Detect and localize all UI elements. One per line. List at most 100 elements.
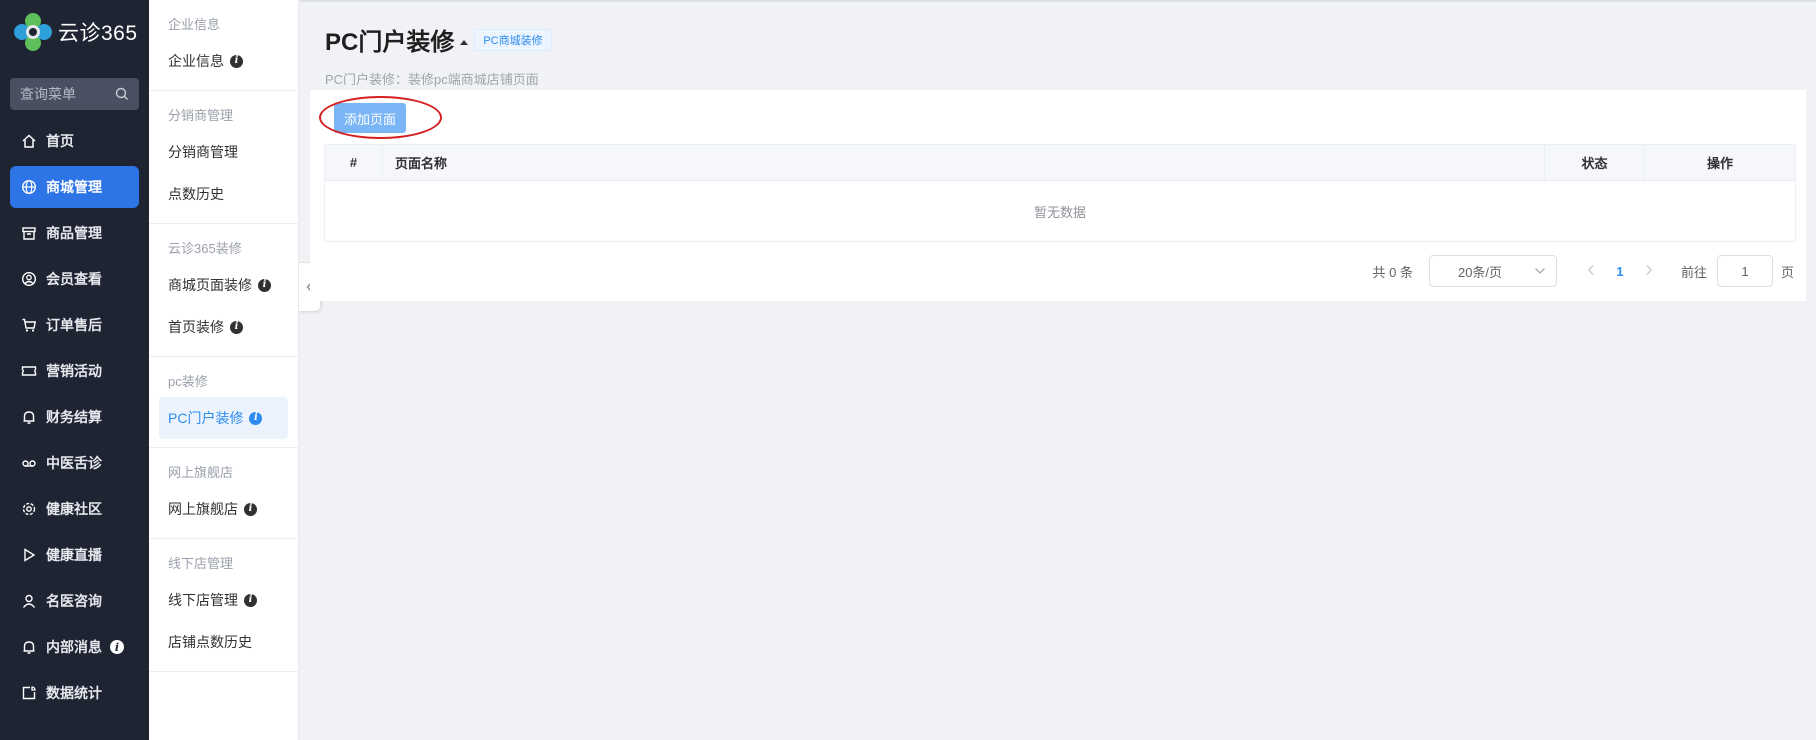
subnav-item-company-info[interactable]: 企业信息 i: [159, 40, 288, 82]
info-icon[interactable]: i: [258, 278, 271, 292]
page-title: PC门户装修: [325, 29, 455, 56]
nav-item-products[interactable]: 商品管理: [10, 212, 139, 254]
bell-icon: [20, 408, 38, 426]
page-size-value: 20条/页: [1457, 264, 1503, 280]
nav-item-doctor-consult[interactable]: 名医咨询: [10, 580, 139, 622]
nav-item-community[interactable]: 健康社区: [10, 488, 139, 530]
subnav-group-flagship: 网上旗舰店 网上旗舰店 i: [149, 448, 298, 539]
subnav-group-distributor: 分销商管理 分销商管理 点数历史: [149, 91, 298, 224]
nav-item-finance[interactable]: 财务结算: [10, 396, 139, 438]
logo-text: 云诊365: [58, 22, 138, 45]
bell-icon: [20, 638, 38, 656]
info-icon[interactable]: i: [230, 54, 243, 68]
column-header-actions: 操作: [1706, 156, 1733, 171]
subnav-item-label: 分销商管理: [168, 144, 238, 160]
nav-item-label: 名医咨询: [46, 593, 102, 609]
box-icon: [20, 224, 38, 242]
search-icon[interactable]: [115, 87, 129, 101]
column-header-page-name: 页面名称: [383, 145, 1545, 180]
subnav-item-offline-store[interactable]: 线下店管理 i: [159, 579, 288, 621]
subnav-item-points-history[interactable]: 点数历史: [159, 173, 288, 215]
main-sidebar: 云诊365 查询菜单 首页 商城管理 商品管理 会员查看 订单售后 营销活动 财…: [0, 0, 149, 740]
nav-item-label: 健康直播: [46, 547, 102, 563]
nav-item-label: 订单售后: [46, 317, 102, 333]
menu-search-input[interactable]: 查询菜单: [10, 78, 139, 110]
table-empty-text: 暂无数据: [1033, 204, 1086, 220]
column-header-index: #: [325, 145, 383, 180]
subnav-group-title: 云诊365装修: [168, 241, 242, 256]
nav-item-marketing[interactable]: 营销活动: [10, 350, 139, 392]
table-header: # 页面名称 状态 操作: [325, 145, 1795, 181]
nav-item-label: 财务结算: [46, 409, 102, 425]
subnav-item-label: 网上旗舰店: [168, 501, 238, 517]
subnav-item-home-decoration[interactable]: 首页装修 i: [159, 306, 288, 348]
top-divider: [300, 0, 1816, 2]
subnav-item-mall-page-decoration[interactable]: 商城页面装修 i: [159, 264, 288, 306]
subnav-item-distributor[interactable]: 分销商管理: [159, 131, 288, 173]
subnav-item-flagship-store[interactable]: 网上旗舰店 i: [159, 488, 288, 530]
menu-search-placeholder: 查询菜单: [20, 86, 76, 102]
nav-item-label: 商城管理: [46, 179, 102, 195]
info-icon[interactable]: i: [230, 320, 243, 334]
nav-item-label: 中医舌诊: [46, 455, 102, 471]
subnav-group-offline: 线下店管理 线下店管理 i 店铺点数历史: [149, 539, 298, 672]
nav-item-statistics[interactable]: 数据统计: [10, 672, 139, 714]
nav-item-tongue-diagnosis[interactable]: 中医舌诊: [10, 442, 139, 484]
annotation-ellipse: [319, 96, 442, 139]
user-icon: [20, 592, 38, 610]
subnav-item-label: 店铺点数历史: [168, 634, 252, 650]
nav-item-members[interactable]: 会员查看: [10, 258, 139, 300]
subnav-item-label: 首页装修: [168, 319, 224, 335]
subnav-item-store-points-history[interactable]: 店铺点数历史: [159, 621, 288, 663]
caret-up-icon[interactable]: [460, 40, 469, 45]
nav-item-messages[interactable]: 内部消息 i: [10, 626, 139, 668]
tape-icon: [20, 454, 38, 472]
nav-item-orders[interactable]: 订单售后: [10, 304, 139, 346]
chevron-right-icon: [1646, 264, 1652, 275]
page-tag: PC商城装修: [474, 28, 552, 51]
globe-icon: [20, 178, 38, 196]
subnav-group-title: 分销商管理: [168, 108, 234, 123]
content-panel: 添加页面 # 页面名称 状态 操作 暂无数据 共 0 条 20条/页 1 前往 …: [310, 90, 1806, 301]
subnav-item-label: PC门户装修: [168, 410, 244, 426]
subnav-group-title: pc装修: [168, 374, 208, 389]
nav-item-live[interactable]: 健康直播: [10, 534, 139, 576]
column-header-status: 状态: [1545, 145, 1645, 180]
subnav-group-company: 企业信息 企业信息 i: [149, 0, 298, 91]
page-header: PC门户装修 PC商城装修 PC门户装修：装修pc端商城店铺页面: [325, 22, 552, 88]
page-number-current[interactable]: 1: [1603, 264, 1637, 279]
goto-unit: 页: [1780, 264, 1794, 280]
subnav-item-label: 点数历史: [168, 186, 224, 202]
subnav-item-label: 线下店管理: [168, 592, 238, 608]
goto-page-input[interactable]: 1: [1716, 255, 1773, 287]
nav-item-label: 营销活动: [46, 363, 102, 379]
cart-icon: [20, 316, 38, 334]
chevron-down-icon: [1535, 268, 1545, 274]
subnav-item-label: 商城页面装修: [168, 277, 252, 293]
subnav-group-decoration: 云诊365装修 商城页面装修 i 首页装修 i: [149, 224, 298, 357]
info-icon[interactable]: i: [110, 640, 124, 654]
nav-item-label: 商品管理: [46, 225, 102, 241]
subnav-group-title: 线下店管理: [168, 556, 234, 571]
page-size-select[interactable]: 20条/页: [1428, 255, 1557, 287]
nav-item-mall[interactable]: 商城管理: [10, 166, 139, 208]
info-icon[interactable]: i: [244, 593, 257, 607]
nav-item-home[interactable]: 首页: [10, 120, 139, 162]
pagination-total: 共 0 条: [1372, 264, 1413, 280]
subnav-item-label: 企业信息: [168, 53, 224, 69]
chevron-left-icon: [1588, 264, 1594, 275]
info-icon[interactable]: i: [249, 411, 263, 425]
gear-icon: [20, 500, 38, 518]
subnav-group-title: 企业信息: [168, 17, 221, 32]
info-icon[interactable]: i: [244, 502, 257, 516]
goto-label: 前往: [1680, 264, 1707, 280]
nav-item-label: 健康社区: [46, 501, 102, 517]
subnav-item-pc-portal-decoration[interactable]: PC门户装修 i: [159, 397, 288, 439]
nav-item-label: 首页: [46, 133, 74, 149]
logo[interactable]: 云诊365: [0, 0, 149, 64]
next-page-button[interactable]: [1637, 264, 1661, 279]
prev-page-button[interactable]: [1579, 264, 1603, 279]
nav-item-label: 内部消息: [46, 639, 102, 655]
nav-item-label: 会员查看: [46, 271, 102, 287]
subnav-group-pc: pc装修 PC门户装修 i: [149, 357, 298, 448]
